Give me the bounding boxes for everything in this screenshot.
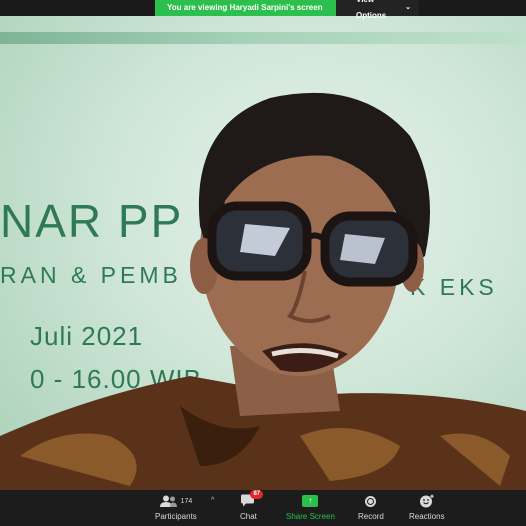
reactions-button[interactable]: Reactions — [409, 492, 445, 521]
share-screen-button[interactable]: ↑ Share Screen — [286, 492, 335, 521]
chat-unread-badge: 87 — [250, 490, 264, 499]
participants-button[interactable]: 174 Participants — [155, 492, 197, 521]
chat-icon: 87 — [240, 490, 264, 510]
record-label: Record — [358, 512, 384, 521]
speaker-video-feed — [0, 92, 526, 490]
smiley-plus-icon — [419, 492, 435, 510]
reactions-label: Reactions — [409, 512, 445, 521]
view-options-label: View Options — [356, 0, 387, 20]
chat-button[interactable]: 87 Chat — [240, 490, 264, 521]
screen-share-banner: You are viewing Haryadi Sarpini's screen… — [155, 0, 419, 20]
participants-icon: 174 — [159, 492, 193, 510]
shared-screen-video: NAR PP RAN & PEMB K EKS Juli 2021 0 - 16… — [0, 16, 526, 490]
participants-options-caret-icon[interactable]: ^ — [211, 497, 214, 504]
participants-label: Participants — [155, 512, 197, 521]
share-screen-icon: ↑ — [302, 495, 319, 507]
participants-count: 174 — [180, 497, 193, 505]
meeting-toolbar: 174 Participants ^ 87 Chat ↑ Share Scree… — [0, 490, 526, 526]
view-options-button[interactable]: View Options ⌄ — [336, 0, 419, 20]
record-button[interactable]: Record — [358, 492, 384, 521]
chat-label: Chat — [240, 512, 257, 521]
share-screen-label: Share Screen — [286, 512, 335, 521]
viewing-screen-message: You are viewing Haryadi Sarpini's screen — [155, 0, 336, 16]
record-icon — [365, 495, 377, 507]
chevron-down-icon: ⌄ — [405, 4, 411, 11]
